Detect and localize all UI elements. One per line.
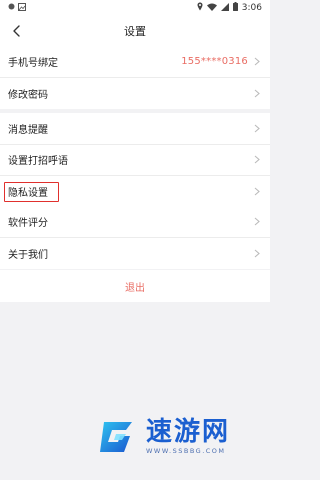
- chevron-right-icon: [254, 187, 262, 197]
- chevron-right-icon: [254, 56, 262, 66]
- settings-group-about: 软件评分 关于我们: [0, 206, 270, 269]
- status-bar: 3:06: [0, 0, 270, 16]
- settings-item-label: 设置打招呼语: [8, 156, 68, 168]
- settings-item-label: 修改密码: [8, 89, 48, 101]
- settings-item-privacy[interactable]: 隐私设置: [0, 176, 270, 208]
- settings-item-change-password[interactable]: 修改密码: [0, 78, 270, 110]
- title-bar: 设置: [0, 16, 270, 46]
- settings-screen: 3:06 设置 手机号绑定 155****0316 修改密码 消息提醒 设置打招…: [0, 0, 270, 480]
- watermark-title: 速游网: [146, 416, 231, 447]
- status-time: 3:06: [241, 3, 262, 13]
- watermark-logo-icon: [100, 422, 132, 452]
- chevron-right-icon: [254, 88, 262, 98]
- status-bar-right: 3:06: [197, 2, 262, 14]
- phone-number-value: 155****0316: [181, 55, 248, 67]
- settings-item-label: 软件评分: [8, 217, 48, 229]
- gallery-icon: [18, 2, 26, 14]
- notification-dot-icon: [8, 3, 15, 13]
- chevron-left-icon: [13, 25, 20, 37]
- settings-item-greeting[interactable]: 设置打招呼语: [0, 145, 270, 176]
- location-icon: [197, 2, 203, 14]
- watermark-text: 速游网 WWW.SSBBG.COM: [146, 418, 230, 455]
- settings-item-rating[interactable]: 软件评分: [0, 206, 270, 238]
- watermark: 速游网 WWW.SSBBG.COM: [96, 408, 256, 464]
- settings-item-label: 消息提醒: [8, 124, 48, 136]
- settings-item-about-us[interactable]: 关于我们: [0, 238, 270, 270]
- status-bar-left: [8, 2, 26, 14]
- settings-group-messages: 消息提醒 设置打招呼语 隐私设置: [0, 113, 270, 208]
- chevron-right-icon: [254, 216, 262, 226]
- settings-group-account: 手机号绑定 155****0316 修改密码: [0, 46, 270, 109]
- cellular-icon: [220, 2, 229, 14]
- back-button[interactable]: [8, 22, 26, 40]
- page-title: 设置: [124, 25, 146, 38]
- chevron-right-icon: [254, 123, 262, 133]
- battery-icon: [232, 2, 238, 14]
- logout-button[interactable]: 退出: [0, 270, 270, 302]
- watermark-url: WWW.SSBBG.COM: [146, 446, 226, 455]
- chevron-right-icon: [254, 155, 262, 165]
- settings-item-message-reminder[interactable]: 消息提醒: [0, 113, 270, 145]
- settings-item-label: 隐私设置: [8, 188, 48, 200]
- settings-item-phone-binding[interactable]: 手机号绑定 155****0316: [0, 46, 270, 78]
- settings-item-label: 手机号绑定: [8, 57, 58, 69]
- wifi-icon: [206, 3, 217, 14]
- chevron-right-icon: [254, 248, 262, 258]
- settings-item-label: 关于我们: [8, 249, 48, 261]
